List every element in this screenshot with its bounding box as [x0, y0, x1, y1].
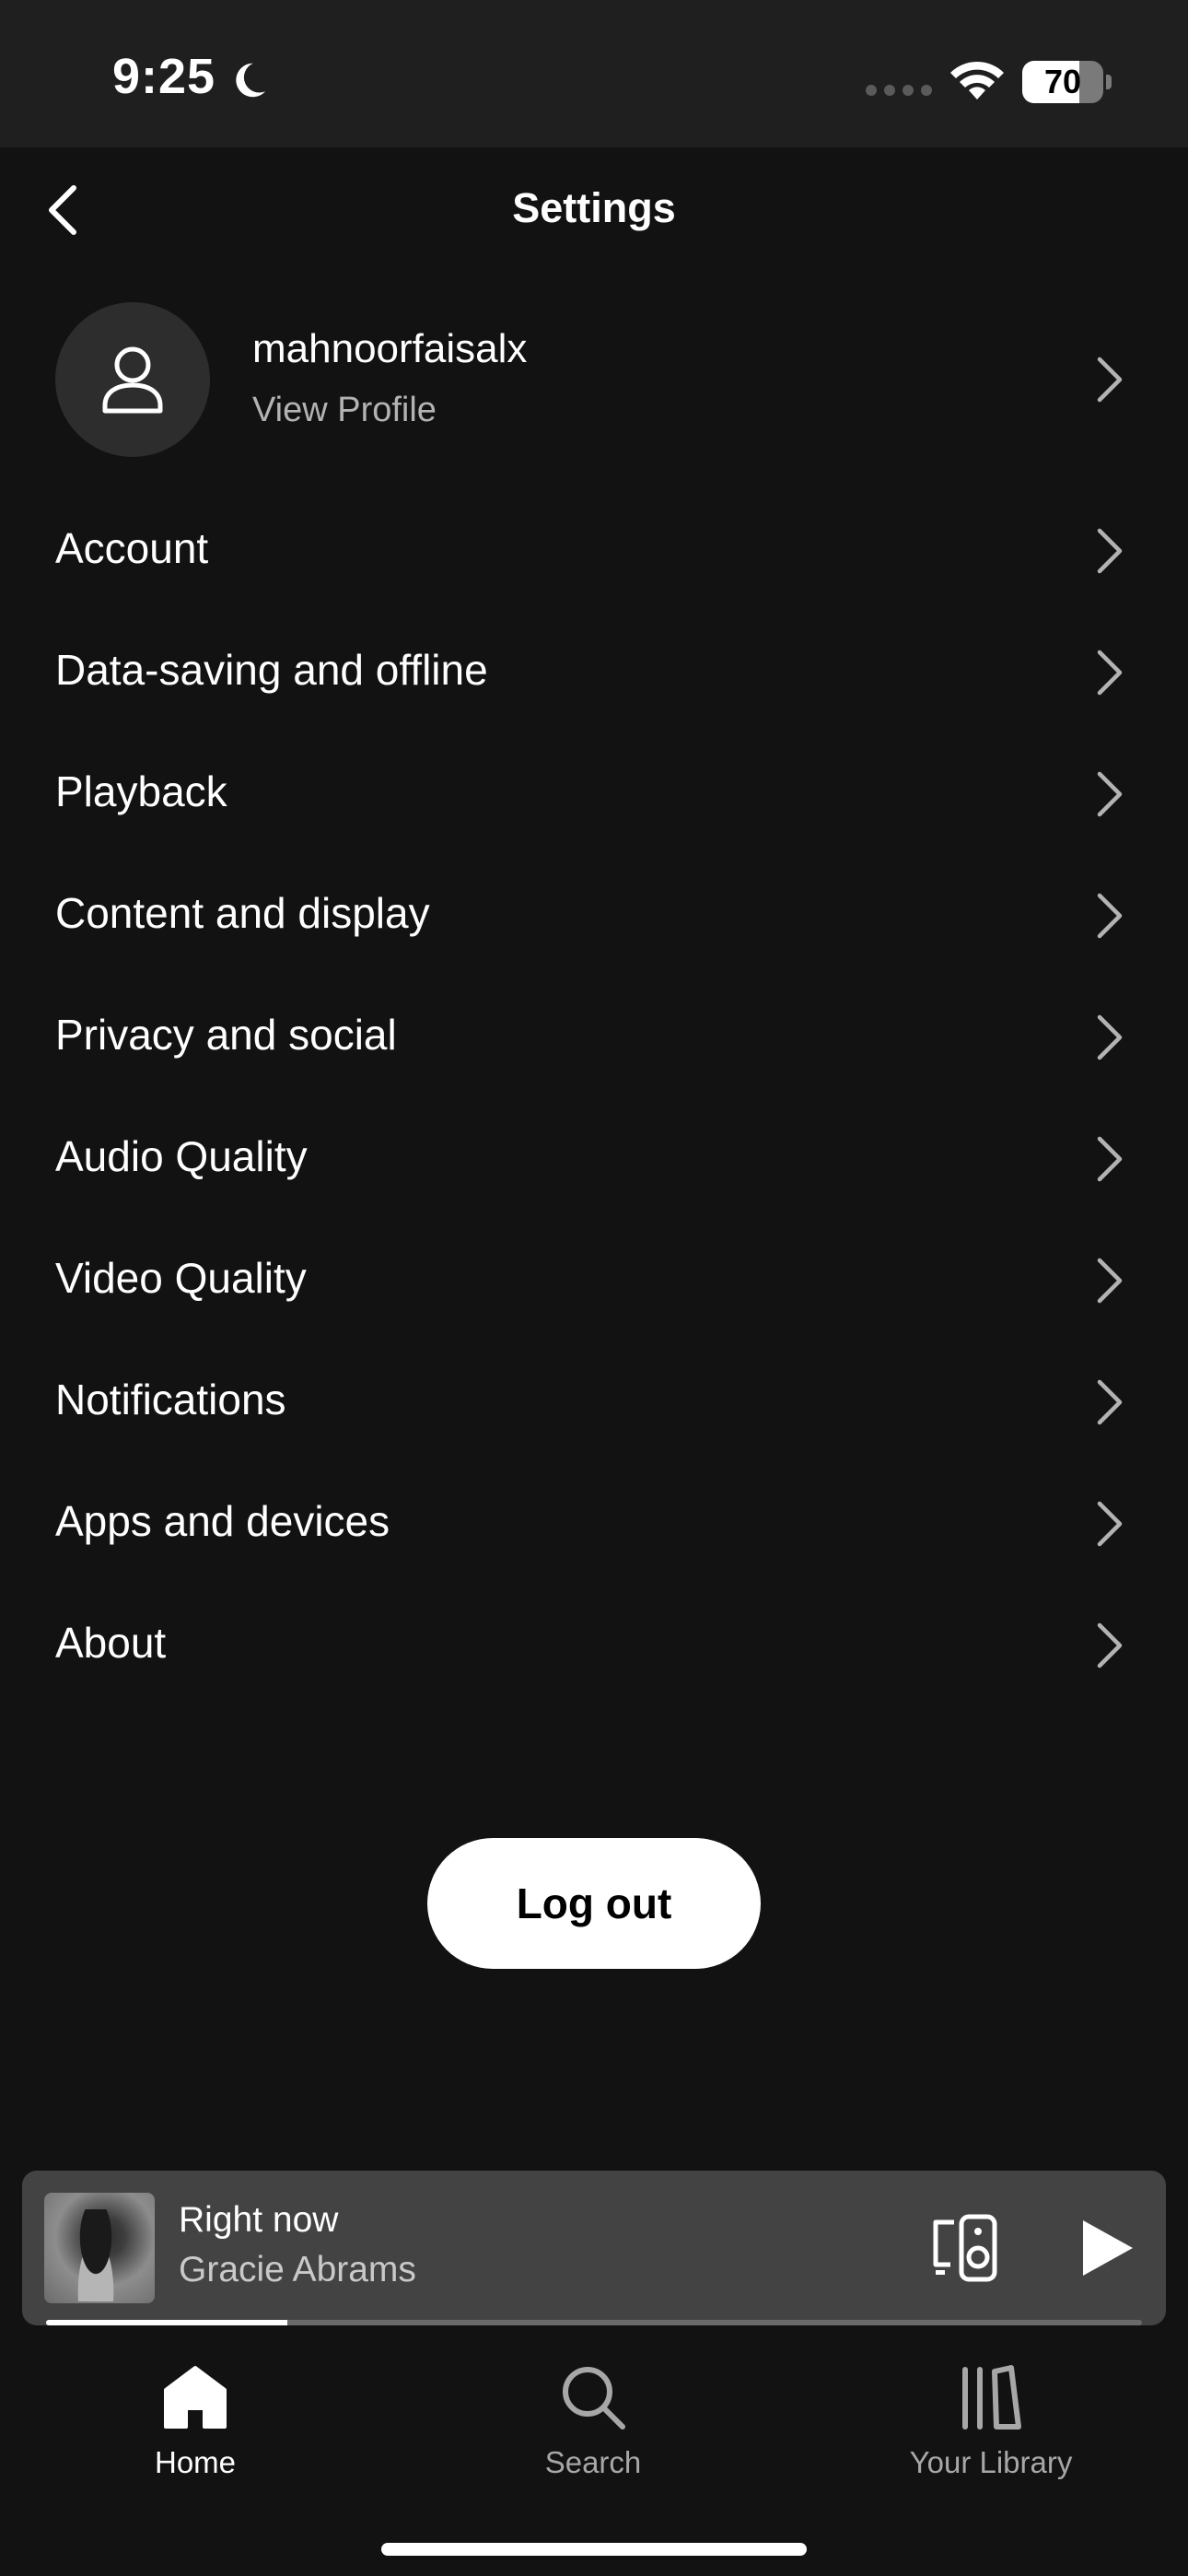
tab-label-home: Home [154, 2445, 237, 2479]
setting-label: Privacy and social [55, 1011, 397, 1059]
settings-item-content-and-display[interactable]: Content and display [0, 855, 1188, 977]
tab-home[interactable]: Home [57, 2362, 333, 2500]
track-title: Right now [179, 2200, 339, 2240]
settings-item-about[interactable]: About [0, 1585, 1188, 1706]
profile-username: mahnoorfaisalx [252, 326, 528, 371]
chevron-right-icon [1097, 1014, 1123, 1060]
setting-label: About [55, 1619, 167, 1667]
tab-bar: Home Search Your Library [0, 2340, 1188, 2576]
status-bar: 9:25 70 [0, 0, 1188, 147]
chevron-right-icon [1097, 1622, 1123, 1669]
play-icon[interactable] [1070, 2213, 1140, 2283]
settings-item-video-quality[interactable]: Video Quality [0, 1220, 1188, 1341]
setting-label: Account [55, 524, 209, 572]
battery-level: 70 [1043, 63, 1082, 100]
settings-item-notifications[interactable]: Notifications [0, 1341, 1188, 1463]
playback-progress-fill [46, 2320, 287, 2325]
status-time: 9:25 [112, 49, 216, 104]
album-cover [44, 2193, 155, 2303]
chevron-right-icon [1097, 1379, 1123, 1425]
logout-button[interactable]: Log out [427, 1838, 761, 1969]
connect-device-icon[interactable] [926, 2209, 1004, 2287]
battery-icon: 70 [1022, 61, 1112, 103]
tab-search[interactable]: Search [455, 2362, 731, 2500]
settings-item-data-saving-and-offline[interactable]: Data-saving and offline [0, 612, 1188, 733]
mini-player[interactable]: Right now Gracie Abrams [22, 2171, 1166, 2325]
chevron-right-icon [1097, 1136, 1123, 1182]
chevron-right-icon [1097, 771, 1123, 817]
search-icon [563, 2367, 625, 2430]
playback-progress[interactable] [46, 2320, 1142, 2325]
settings-screen: 9:25 70 Settings mahnoorfaisalx View Pro… [0, 0, 1188, 2576]
avatar [55, 302, 210, 457]
setting-label: Notifications [55, 1376, 286, 1423]
chevron-right-icon [1097, 528, 1123, 574]
home-indicator [381, 2543, 807, 2556]
track-artist: Gracie Abrams [179, 2250, 416, 2289]
settings-item-playback[interactable]: Playback [0, 733, 1188, 855]
setting-label: Playback [55, 767, 227, 815]
setting-label: Content and display [55, 889, 430, 937]
chevron-right-icon [1097, 357, 1123, 403]
tab-label-library: Your Library [909, 2445, 1073, 2479]
chevron-right-icon [1097, 1258, 1123, 1304]
settings-list: Account Data-saving and offline Playback… [0, 490, 1188, 1706]
wifi-icon [950, 61, 1004, 100]
view-profile-label: View Profile [252, 391, 437, 429]
setting-label: Audio Quality [55, 1132, 308, 1180]
chevron-right-icon [1097, 1501, 1123, 1547]
profile-row[interactable]: mahnoorfaisalx View Profile [0, 302, 1188, 459]
settings-item-apps-and-devices[interactable]: Apps and devices [0, 1463, 1188, 1585]
setting-label: Data-saving and offline [55, 646, 488, 694]
setting-label: Apps and devices [55, 1497, 390, 1545]
tab-label-search: Search [544, 2445, 642, 2479]
chevron-right-icon [1097, 650, 1123, 696]
chevron-right-icon [1097, 893, 1123, 939]
library-icon [962, 2365, 1021, 2430]
user-icon [102, 346, 163, 414]
cellular-dots-icon [866, 85, 932, 96]
settings-item-audio-quality[interactable]: Audio Quality [0, 1098, 1188, 1220]
tab-library[interactable]: Your Library [853, 2362, 1129, 2500]
page-title: Settings [512, 184, 676, 231]
home-icon [164, 2366, 227, 2429]
moon-icon [236, 63, 266, 98]
setting-label: Video Quality [55, 1254, 307, 1302]
settings-item-privacy-and-social[interactable]: Privacy and social [0, 977, 1188, 1098]
settings-item-account[interactable]: Account [0, 490, 1188, 612]
